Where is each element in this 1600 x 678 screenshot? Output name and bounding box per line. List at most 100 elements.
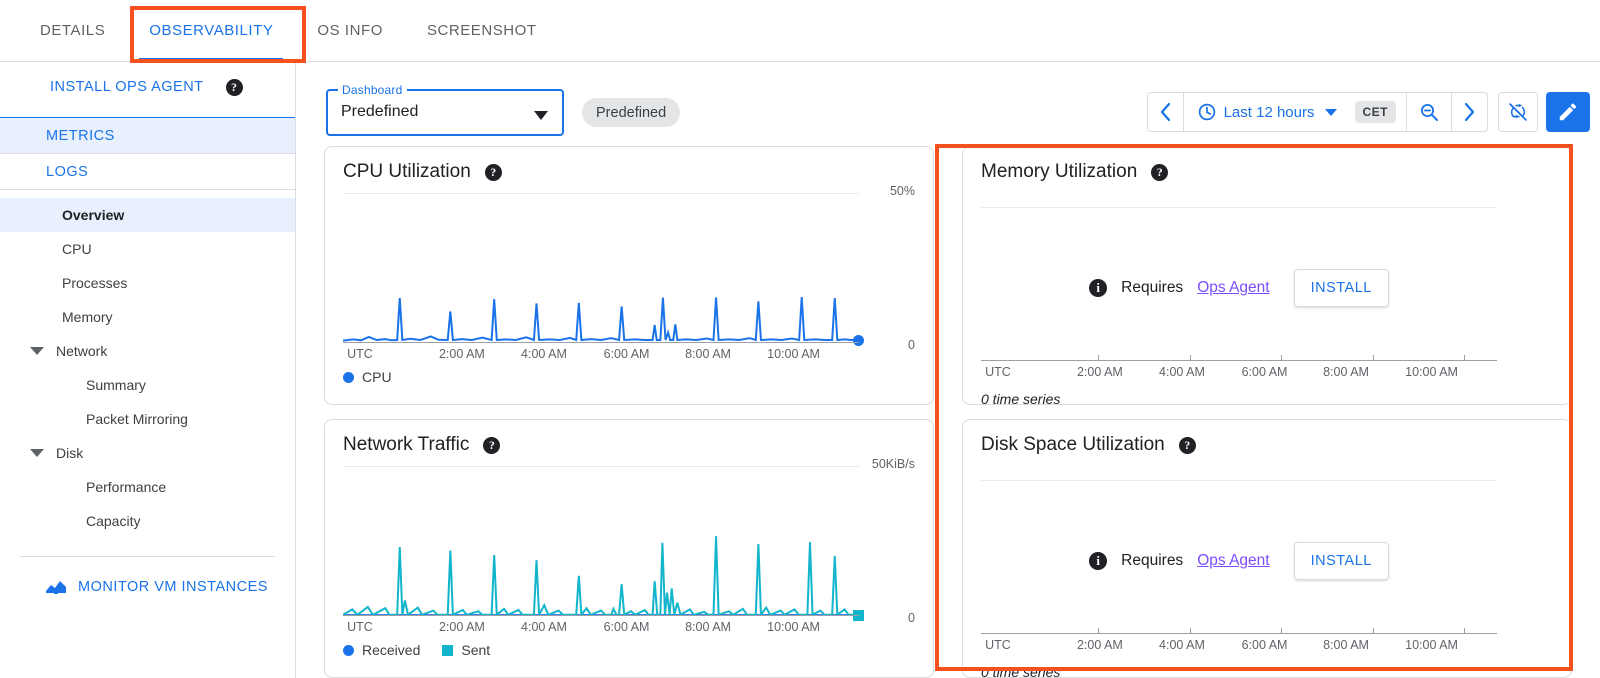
time-range-label: Last 12 hours bbox=[1224, 104, 1315, 121]
chevron-down-icon[interactable] bbox=[30, 449, 44, 457]
clock-icon bbox=[1198, 103, 1216, 121]
x-axis-ticks: UTC2:00 AM4:00 AM6:00 AM8:00 AM10:00 AM bbox=[343, 616, 859, 638]
x-axis-ticks: UTC2:00 AM4:00 AM6:00 AM8:00 AM10:00 AM bbox=[981, 634, 1497, 656]
sidebar-item-overview[interactable]: Overview bbox=[0, 198, 295, 232]
edit-dashboard-button[interactable] bbox=[1546, 92, 1590, 132]
legend-item-sent[interactable]: Sent bbox=[442, 642, 490, 658]
install-ops-agent-row[interactable]: INSTALL OPS AGENT ? bbox=[0, 62, 295, 112]
x-tick-label: 2:00 AM bbox=[439, 347, 485, 361]
plot-area: iRequiresOps AgentINSTALL bbox=[981, 466, 1553, 634]
install-button[interactable]: INSTALL bbox=[1294, 269, 1389, 307]
sync-disabled-button[interactable] bbox=[1498, 92, 1538, 132]
chart-legend: Received Sent bbox=[343, 642, 915, 658]
y-axis-max-label: 50% bbox=[890, 184, 915, 198]
y-axis-max-label: 50KiB/s bbox=[872, 457, 915, 471]
legend-item-received[interactable]: Received bbox=[343, 642, 420, 658]
sidebar-item-summary[interactable]: Summary bbox=[0, 368, 295, 402]
chart-card-network: Network Traffic?50KiB/s0UTC2:00 AM4:00 A… bbox=[324, 419, 934, 678]
legend-swatch-icon bbox=[343, 645, 354, 656]
help-icon[interactable]: ? bbox=[485, 164, 502, 181]
chevron-down-icon[interactable] bbox=[30, 347, 44, 355]
tab-screenshot[interactable]: SCREENSHOT bbox=[405, 0, 559, 61]
chart-title: CPU Utilization bbox=[343, 161, 471, 183]
x-tick-label: 10:00 AM bbox=[1405, 638, 1458, 652]
x-tick-label: 4:00 AM bbox=[1159, 638, 1205, 652]
series-canvas bbox=[343, 193, 859, 343]
help-icon[interactable]: ? bbox=[226, 79, 243, 96]
sidebar-item-cpu[interactable]: CPU bbox=[0, 232, 295, 266]
install-button[interactable]: INSTALL bbox=[1294, 542, 1389, 580]
dashboard-type-chip: Predefined bbox=[582, 98, 680, 127]
x-tick-label: 6:00 AM bbox=[1242, 365, 1288, 379]
time-range-prev-button[interactable] bbox=[1148, 93, 1184, 131]
tab-details[interactable]: DETAILS bbox=[18, 0, 127, 61]
sidebar-item-label: Memory bbox=[62, 309, 113, 325]
dashboard-select-value: Predefined bbox=[341, 103, 418, 121]
requires-ops-agent-message: iRequiresOps AgentINSTALL bbox=[981, 269, 1497, 307]
x-tick-label: 8:00 AM bbox=[1323, 365, 1369, 379]
series-canvas bbox=[343, 466, 859, 616]
sidebar-item-network[interactable]: Network bbox=[0, 334, 295, 368]
help-icon[interactable]: ? bbox=[1179, 437, 1196, 454]
info-icon: i bbox=[1089, 552, 1107, 570]
install-ops-agent-link[interactable]: INSTALL OPS AGENT bbox=[50, 79, 204, 95]
x-tick-label: 2:00 AM bbox=[1077, 365, 1123, 379]
ops-agent-link[interactable]: Ops Agent bbox=[1197, 279, 1269, 297]
time-range-controls: Last 12 hours CET bbox=[1147, 92, 1488, 132]
monitoring-icon bbox=[46, 580, 66, 594]
legend-item-cpu[interactable]: CPU bbox=[343, 369, 392, 385]
x-tick-label: 8:00 AM bbox=[685, 620, 731, 634]
plot-area: 50KiB/s0 bbox=[343, 466, 915, 616]
time-range-next-button[interactable] bbox=[1452, 93, 1487, 131]
y-axis-min-label: 0 bbox=[908, 338, 915, 352]
pencil-icon bbox=[1557, 101, 1579, 123]
chart-title-row: Network Traffic? bbox=[343, 434, 915, 456]
requires-ops-agent-message: iRequiresOps AgentINSTALL bbox=[981, 542, 1497, 580]
help-icon[interactable]: ? bbox=[483, 437, 500, 454]
sync-disabled-icon bbox=[1507, 101, 1529, 123]
sidebar-item-label: Disk bbox=[56, 445, 83, 461]
legend-swatch-icon bbox=[442, 645, 453, 656]
sidebar-item-packet-mirroring[interactable]: Packet Mirroring bbox=[0, 402, 295, 436]
sidebar-item-memory[interactable]: Memory bbox=[0, 300, 295, 334]
time-range-picker[interactable]: Last 12 hours CET bbox=[1184, 93, 1407, 131]
chevron-down-icon[interactable] bbox=[534, 111, 548, 120]
chart-title: Network Traffic bbox=[343, 434, 469, 456]
tab-list: DETAILSOBSERVABILITYOS INFOSCREENSHOT bbox=[0, 0, 1600, 61]
x-tick-label: 10:00 AM bbox=[1405, 365, 1458, 379]
sidebar-item-disk[interactable]: Disk bbox=[0, 436, 295, 470]
sidebar-toggle-metrics[interactable]: METRICS bbox=[0, 117, 295, 154]
x-axis-ticks: UTC2:00 AM4:00 AM6:00 AM8:00 AM10:00 AM bbox=[981, 361, 1497, 383]
sidebar-item-capacity[interactable]: Capacity bbox=[0, 504, 295, 538]
sidebar-item-performance[interactable]: Performance bbox=[0, 470, 295, 504]
x-tick-label: 2:00 AM bbox=[1077, 638, 1123, 652]
legend-label: CPU bbox=[362, 369, 392, 385]
monitor-vm-instances-link[interactable]: MONITOR VM INSTANCES bbox=[0, 565, 295, 609]
chevron-right-icon bbox=[1464, 103, 1475, 121]
gridline-top bbox=[981, 207, 1497, 208]
chart-card-memory: Memory Utilization?iRequiresOps AgentINS… bbox=[962, 146, 1572, 405]
requires-text: Requires bbox=[1121, 279, 1183, 297]
sidebar-item-processes[interactable]: Processes bbox=[0, 266, 295, 300]
sidebar-toggle-logs[interactable]: LOGS bbox=[0, 153, 295, 190]
chart-title-row: Memory Utilization? bbox=[981, 161, 1553, 183]
tab-observability[interactable]: OBSERVABILITY bbox=[127, 0, 295, 61]
dashboard-select-legend: Dashboard bbox=[338, 83, 407, 97]
x-tick-label: UTC bbox=[347, 620, 373, 634]
x-tick-label: 8:00 AM bbox=[685, 347, 731, 361]
plot-area: iRequiresOps AgentINSTALL bbox=[981, 193, 1553, 361]
series-line-cpu bbox=[343, 297, 859, 341]
plot-area: 50%0 bbox=[343, 193, 915, 343]
legend-label: Sent bbox=[461, 642, 490, 658]
tab-bar: DETAILSOBSERVABILITYOS INFOSCREENSHOT bbox=[0, 0, 1600, 62]
x-tick-label: UTC bbox=[347, 347, 373, 361]
tab-os-info[interactable]: OS INFO bbox=[295, 0, 405, 61]
chevron-down-icon[interactable] bbox=[1325, 109, 1337, 116]
dashboard-select[interactable]: Dashboard Predefined bbox=[326, 89, 564, 136]
sidebar-item-label: Network bbox=[56, 343, 107, 359]
ops-agent-link[interactable]: Ops Agent bbox=[1197, 552, 1269, 570]
zoom-out-button[interactable] bbox=[1407, 93, 1452, 131]
x-tick-label: 6:00 AM bbox=[604, 620, 650, 634]
help-icon[interactable]: ? bbox=[1151, 164, 1168, 181]
timezone-chip[interactable]: CET bbox=[1355, 101, 1397, 123]
